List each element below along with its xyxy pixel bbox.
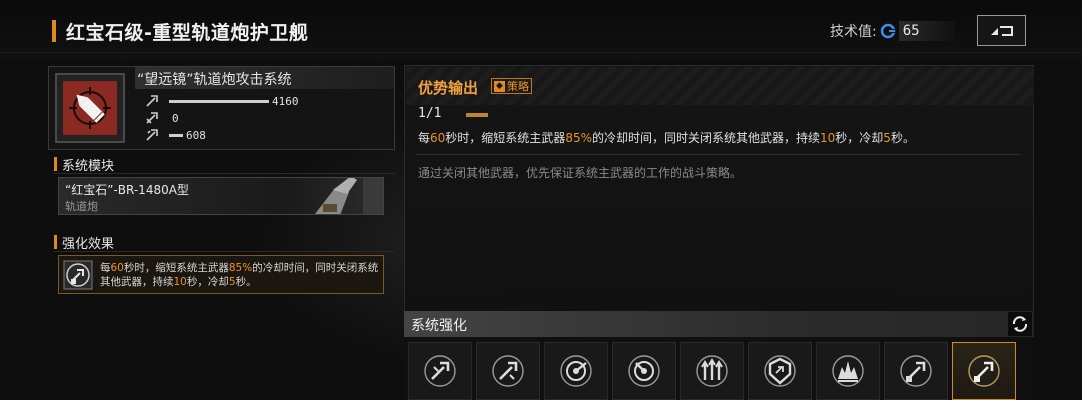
effect-section-divider [54,251,394,252]
skill-desc-part: 的冷却时间，同时关闭系统其他武器，持续 [591,131,820,145]
upgrade-slot-5[interactable] [680,342,744,400]
radar-sweep-icon [560,355,592,387]
page-title-group: 红宝石级-重型轨道炮护卫舰 [52,18,308,44]
module-section-header: 系统模块 [54,155,115,174]
effect-description: 每60秒时，缩短系统主武器85%的冷却时间，同时关闭系统其他武器，持续10秒，冷… [100,261,382,289]
effect-text-part: 秒，冷却 [186,276,229,288]
speed-stat-icon [146,112,158,124]
skill-desc-highlight: 85% [565,131,592,145]
effect-card: 每60秒时，缩短系统主武器85%的冷却时间，同时关闭系统其他武器，持续10秒，冷… [58,255,384,294]
page-title: 红宝石级-重型轨道炮护卫舰 [66,21,309,44]
skill-divider [416,154,1021,155]
upgrade-section-header [404,311,1034,337]
upgrade-slot-6[interactable] [748,342,812,400]
range-stat-icon [146,129,158,141]
range-stat-bar [169,133,183,137]
back-button[interactable] [977,15,1026,46]
effect-section-header: 强化效果 [54,233,115,252]
shield-badge-icon [764,355,796,387]
skill-desc-highlight: 10 [820,131,836,145]
railgun-shell-icon [69,87,111,129]
triple-arrow-icon [696,355,728,387]
tech-gear-icon [880,23,895,39]
module-section-accent [54,157,57,171]
module-section-title: 系统模块 [62,158,115,174]
railgun-strategy-icon [900,355,932,387]
stat-row-damage: 4160 [145,94,299,108]
upgrade-slot-4[interactable] [612,342,676,400]
skill-desc-part: 秒时，缩短系统主武器 [445,131,566,145]
module-section-divider [54,173,394,174]
effect-text-highlight: 5 [228,276,236,288]
effect-text-highlight: 10 [173,276,187,288]
effect-text-part: 秒时，缩短系统主武器 [123,262,229,274]
refresh-button[interactable] [1008,312,1032,336]
upgrade-slot-1[interactable] [408,342,472,400]
weapon-icon-frame [55,73,125,143]
damage-stat-bar [169,99,269,103]
strategy-badge-label: 策略 [507,80,529,93]
effect-section-title: 强化效果 [62,236,115,252]
module-card[interactable]: “红宝石”-BR-1480A型 轨道炮 [58,177,384,215]
effect-text-highlight: 60 [110,262,124,274]
stat-row-speed: 0 [145,111,179,125]
skill-desc-part: 秒。 [890,131,915,145]
upgrade-slot-8[interactable] [884,342,948,400]
skill-description: 每60秒时，缩短系统主武器85%的冷却时间，同时关闭系统其他武器，持续10秒，冷… [418,129,915,146]
skill-level-bar [466,113,488,117]
upgrade-slot-3[interactable] [544,342,608,400]
railgun-strategy-icon [63,260,93,290]
effect-text-highlight: 85% [228,262,253,274]
top-divider [0,52,1082,53]
damage-stat-icon [146,95,158,107]
speed-stat-value: 0 [172,111,179,125]
radar-sweep-icon [628,355,660,387]
tech-value-label: 技术值: [830,24,877,40]
stat-row-range: 608 [145,128,206,142]
effect-text-part: 每 [100,262,111,274]
strategy-icon: ◆ [494,80,505,92]
skill-desc-highlight: 5 [883,131,891,145]
upgrade-slot-2[interactable] [476,342,540,400]
weapon-card: “望远镜”轨道炮攻击系统 4160 0 608 [48,66,395,150]
skill-title: 优势输出 [418,79,479,97]
back-arrow-icon [990,25,1013,36]
range-stat-value: 608 [186,128,206,142]
damage-stat-value: 4160 [272,94,299,108]
railgun-strategy-icon [968,355,1000,387]
upgrade-slot-9-selected[interactable] [952,342,1016,400]
skill-detail-panel [404,65,1034,312]
skill-desc-part: 秒，冷却 [835,131,884,145]
skill-level: 1/1 [418,106,442,121]
weapon-name: “望远镜”轨道炮攻击系统 [137,72,292,88]
tech-value: 65 [898,21,955,41]
skill-desc-highlight: 60 [430,131,446,145]
title-accent-bar [52,20,56,42]
effect-text-part: 秒。 [235,276,257,288]
missile-wrench-icon [424,355,456,387]
skill-flavor-text: 通过关闭其他武器，优先保证系统主武器的工作的战斗策略。 [418,166,743,180]
railgun-module-image [315,178,383,214]
refresh-icon [1012,316,1028,332]
upgrade-section-title: 系统强化 [411,318,467,334]
effect-section-accent [54,235,57,249]
skill-desc-part: 每 [418,131,431,145]
module-type: 轨道炮 [65,200,98,213]
module-name: “红宝石”-BR-1480A型 [65,183,189,197]
missile-wrench-icon [492,355,524,387]
upgrade-slot-7[interactable] [816,342,880,400]
tech-value-display: 技术值: 65 [830,20,955,42]
strategy-badge: ◆ 策略 [491,78,532,94]
explosion-icon [832,355,864,387]
